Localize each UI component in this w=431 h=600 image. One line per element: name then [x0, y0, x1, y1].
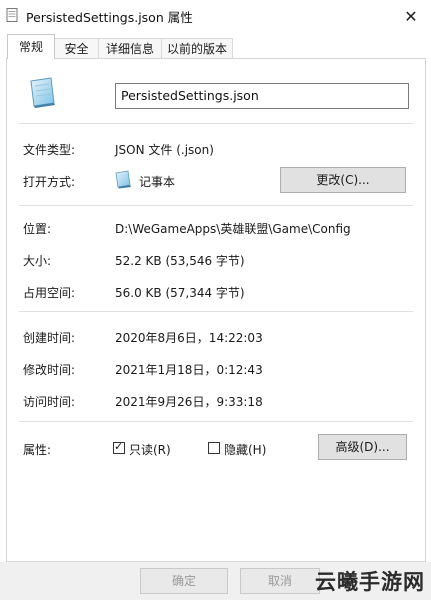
tab-details[interactable]: 详细信息	[98, 38, 162, 58]
size-on-disk-label: 占用空间:	[23, 286, 76, 300]
modified-label: 修改时间:	[23, 363, 76, 377]
location-value: D:\WeGameApps\英雄联盟\Game\Config	[115, 222, 351, 236]
check-icon: ✓	[114, 440, 124, 453]
tab-general[interactable]: 常规	[7, 34, 55, 59]
file-name-input[interactable]: PersistedSettings.json	[115, 83, 409, 109]
advanced-button[interactable]: 高级(D)...	[318, 434, 407, 460]
window-title: PersistedSettings.json 属性	[26, 10, 193, 25]
notepad-icon	[115, 170, 131, 189]
divider	[19, 205, 413, 206]
created-label: 创建时间:	[23, 331, 76, 345]
divider	[19, 123, 413, 124]
title-bar: PersistedSettings.json 属性 ✕	[0, 0, 431, 32]
size-label: 大小:	[23, 254, 52, 268]
tab-bar: 常规 安全 详细信息 以前的版本	[0, 32, 431, 59]
change-button[interactable]: 更改(C)...	[280, 167, 406, 193]
open-with-value: 记事本	[139, 175, 176, 189]
close-button[interactable]: ✕	[391, 0, 431, 32]
file-icon	[6, 8, 18, 22]
general-panel: PersistedSettings.json 文件类型: JSON 文件 (.j…	[6, 58, 426, 562]
close-icon: ✕	[404, 6, 418, 26]
watermark-text: 云曦手游网	[315, 570, 425, 594]
dialog-footer: 确定 取消 云曦手游网	[0, 562, 431, 600]
location-label: 位置:	[23, 222, 52, 236]
divider	[19, 421, 413, 422]
notepad-file-icon	[30, 77, 55, 108]
modified-value: 2021年1月18日，0:12:43	[115, 363, 263, 377]
open-with-label: 打开方式:	[23, 175, 76, 189]
tab-previous-versions[interactable]: 以前的版本	[161, 38, 233, 58]
cancel-button[interactable]: 取消	[240, 568, 320, 594]
file-type-value: JSON 文件 (.json)	[115, 143, 214, 157]
size-value: 52.2 KB (53,546 字节)	[115, 254, 245, 268]
hidden-checkbox[interactable]	[208, 442, 220, 454]
ok-button[interactable]: 确定	[140, 568, 228, 594]
accessed-label: 访问时间:	[23, 395, 76, 409]
accessed-value: 2021年9月26日，9:33:18	[115, 395, 263, 409]
size-on-disk-value: 56.0 KB (57,344 字节)	[115, 286, 245, 300]
readonly-label[interactable]: 只读(R)	[129, 441, 171, 458]
created-value: 2020年8月6日，14:22:03	[115, 331, 263, 345]
tab-security[interactable]: 安全	[54, 38, 99, 58]
attributes-label: 属性:	[23, 443, 52, 457]
readonly-checkbox[interactable]: ✓	[113, 440, 125, 454]
file-type-label: 文件类型:	[23, 143, 76, 157]
hidden-label[interactable]: 隐藏(H)	[224, 441, 266, 458]
divider	[19, 311, 413, 312]
